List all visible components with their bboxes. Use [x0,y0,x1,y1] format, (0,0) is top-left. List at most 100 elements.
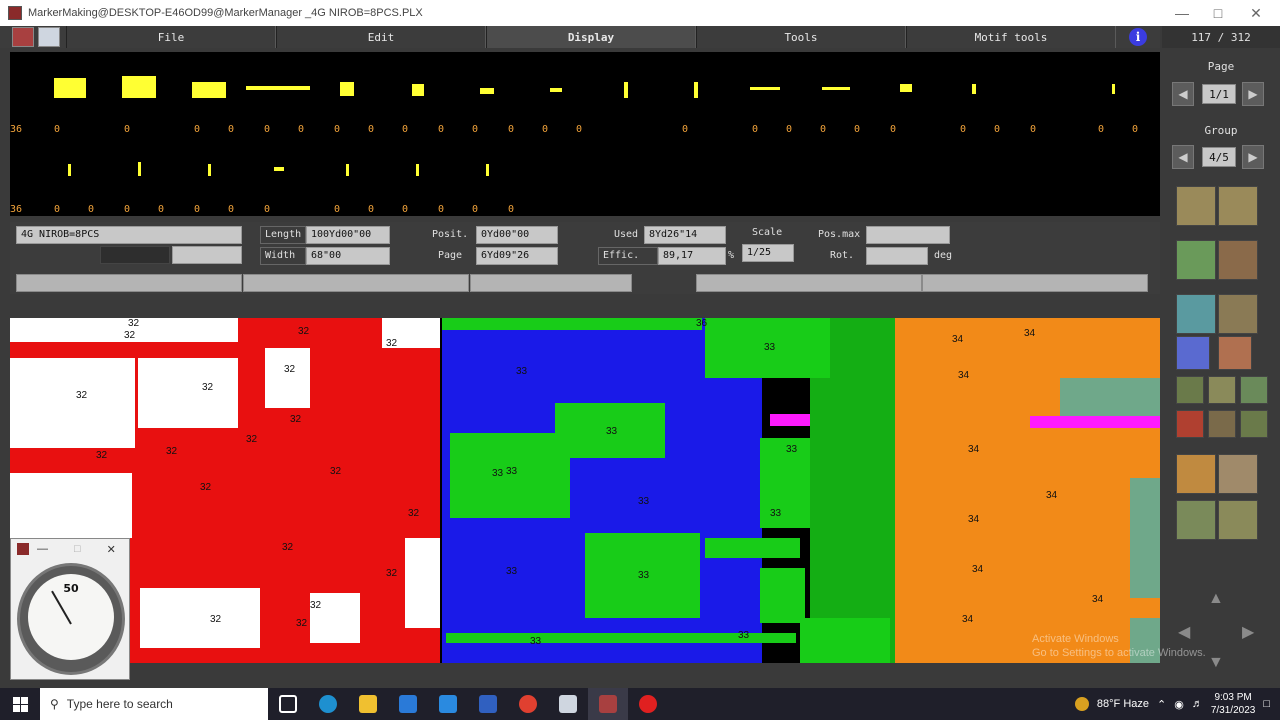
piece-thumbnail-row2[interactable] [486,164,489,176]
split-tool-icon[interactable] [1176,500,1216,540]
piece-thumbnail-row2[interactable] [416,164,419,176]
group-prev-button[interactable]: ◀ [1172,145,1194,169]
piece-label-34-orange: 34 [1092,594,1104,605]
volume-icon[interactable]: ♬ [1192,698,1203,710]
effic-field[interactable]: 89,17 [658,247,726,265]
piece-thumbnail-row1[interactable] [624,82,628,98]
piece-label-33-blue: 33 [506,466,518,477]
scale-field[interactable]: 1/25 [742,244,794,262]
page-length-field[interactable]: 6Yd09"26 [476,247,558,265]
weather-text[interactable]: 88°F Haze [1097,698,1149,710]
piece-thumbnail-row1[interactable] [54,78,86,98]
size-32-white-piece-b [138,358,238,428]
group-next-button[interactable]: ▶ [1242,145,1264,169]
piece-thumbnail-row1[interactable] [192,82,226,98]
dial-minimize-icon[interactable]: — [37,543,48,555]
swap-tool-icon[interactable] [1176,410,1204,438]
piece-thumbnail-row2[interactable] [346,164,349,176]
mail-icon[interactable] [428,688,468,720]
piece-thumbnail-row1[interactable] [550,88,562,92]
marker-name-field[interactable]: 4G NIROB=8PCS [16,226,242,244]
network-icon[interactable]: ◉ [1174,698,1184,711]
rotate-tool-icon[interactable] [1176,294,1216,334]
lock-tool-icon[interactable] [1208,410,1236,438]
ruler-tool-icon[interactable] [1176,376,1204,404]
rot-field[interactable] [866,247,928,265]
piece-label-33-green: 33 [770,508,782,519]
length-field[interactable]: 100Yd00"00 [306,226,390,244]
taskbar-search[interactable]: ⚲ Type here to search [40,688,268,720]
store-icon[interactable] [388,688,428,720]
measure-tool-icon[interactable] [1240,410,1268,438]
size-33-green-strip-top [442,318,702,330]
marker-layout-canvas[interactable]: 32 32 32 32 32 32 32 32 32 32 32 32 32 32 32 32 32 32 32 33… [10,318,1160,663]
menu-motif-tools[interactable]: Motif tools [906,26,1116,48]
scroll-right-icon[interactable]: ▶ [1242,622,1254,642]
piece-thumbnail-row1[interactable] [1112,84,1115,94]
piece-thumbnail-row1[interactable] [822,87,850,90]
chrome-icon[interactable] [508,688,548,720]
taskbar-clock[interactable]: 9:03 PM 7/31/2023 [1211,691,1256,717]
info-icon[interactable]: i [1129,28,1147,46]
gear-tool-icon[interactable] [1218,454,1258,494]
app-pen-icon[interactable] [468,688,508,720]
app-plotter-icon[interactable] [548,688,588,720]
file-explorer-icon[interactable] [348,688,388,720]
overlap-tool-icon[interactable] [1218,336,1252,370]
piece-thumbnail-row1[interactable] [412,84,424,96]
minimize-icon[interactable]: — [1164,0,1200,26]
task-view-icon[interactable] [268,688,308,720]
piece-thumbnail-row1[interactable] [122,76,156,98]
posit-field[interactable]: 0Yd00"00 [476,226,558,244]
group-move-tool-icon[interactable] [1176,240,1216,280]
piece-thumbnail-row1[interactable] [900,84,912,92]
zoom-tool-icon[interactable] [1176,336,1210,370]
scroll-down-icon[interactable]: ▼ [1208,654,1224,672]
flip-tool-icon[interactable] [1218,186,1258,226]
posmax-field[interactable] [866,226,950,244]
window-title-bar[interactable]: MarkerMaking@DESKTOP-E46OD99@MarkerManag… [0,0,1280,26]
page-next-button[interactable]: ▶ [1242,82,1264,106]
spread-tool-icon[interactable] [1208,376,1236,404]
piece-thumbnail-row1[interactable] [246,86,310,90]
search-icon: ⚲ [50,697,59,711]
tray-chevron-icon[interactable]: ⌃ [1157,698,1166,711]
page-prev-button[interactable]: ◀ [1172,82,1194,106]
dial-close-icon[interactable]: ✕ [107,543,116,556]
fill-tool-icon[interactable] [1218,500,1258,540]
piece-thumbnail-row1[interactable] [972,84,976,94]
plotter-icon[interactable] [38,27,60,47]
marker-subfield[interactable] [172,246,242,264]
close-icon[interactable]: ✕ [1238,0,1274,26]
piece-thumbnail-row1[interactable] [340,82,354,96]
layer-tool-icon[interactable] [1240,376,1268,404]
menu-display[interactable]: Display [486,26,696,48]
piece-thumbnail-row1[interactable] [694,82,698,98]
maximize-icon[interactable]: □ [1200,0,1236,26]
piece-thumbnail-row2[interactable] [68,164,71,176]
notification-icon[interactable]: □ [1263,698,1270,710]
app-record-icon[interactable] [628,688,668,720]
menu-edit[interactable]: Edit [276,26,486,48]
menu-tools[interactable]: Tools [696,26,906,48]
speed-dial-window[interactable]: — □ ✕ 50 [10,538,130,680]
dial-maximize-icon[interactable]: □ [74,543,81,555]
menu-file[interactable]: File [66,26,276,48]
piece-thumbnail-row1[interactable] [750,87,780,90]
piece-thumbnail-row2[interactable] [138,162,141,176]
width-field[interactable]: 68"00 [306,247,390,265]
piece-thumbnail-row2[interactable] [274,167,284,171]
piece-overview-panel[interactable]: 36 36 0 0 0 0 0 0 0 0 0 0 0 0 0 0 0 0 0 0 0 0 0 0 0 0 0 0 0 0 0 0 0 0 0 0… [10,52,1160,216]
move-up-tool-icon[interactable] [1176,186,1216,226]
align-tool-icon[interactable] [1218,240,1258,280]
piece-thumbnail-row2[interactable] [208,164,211,176]
piece-thumbnail-row1[interactable] [480,88,494,94]
dial-face-inner: 50 [28,574,114,660]
scroll-up-icon[interactable]: ▲ [1208,590,1224,608]
used-field[interactable]: 8Yd26"14 [644,226,726,244]
pattern-tool-icon[interactable] [1176,454,1216,494]
edge-icon[interactable] [308,688,348,720]
start-button[interactable] [0,696,40,712]
mirror-tool-icon[interactable] [1218,294,1258,334]
app-markermaking-icon[interactable] [588,688,628,720]
